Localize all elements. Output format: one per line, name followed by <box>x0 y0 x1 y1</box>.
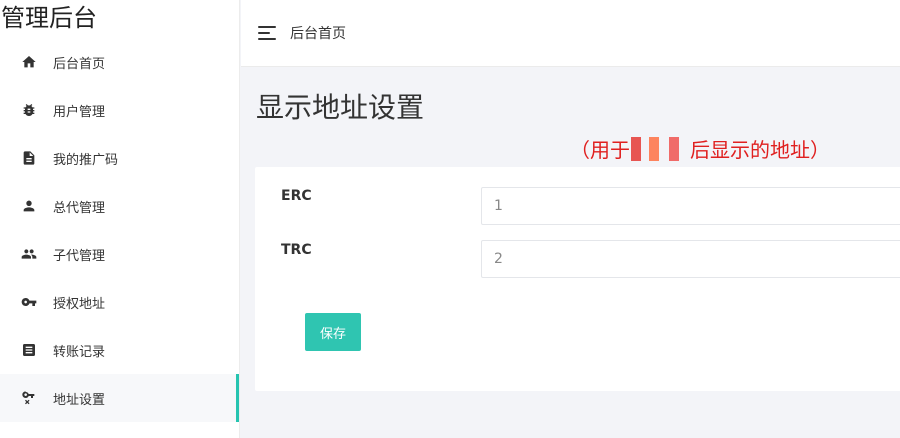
sidebar-item-label: 用户管理 <box>53 104 106 120</box>
save-button[interactable]: 保存 <box>305 313 361 351</box>
sidebar: 管理后台 后台首页 用户管理 我的推广码 总代管理 子代管理 授权地址 转账记录… <box>0 0 240 438</box>
trc-input[interactable] <box>481 240 900 278</box>
people-icon <box>21 246 37 262</box>
sidebar-item-label: 后台首页 <box>53 56 106 72</box>
sidebar-item-general-agents[interactable]: 总代管理 <box>0 182 239 230</box>
sidebar-item-promo-code[interactable]: 我的推广码 <box>0 134 239 182</box>
sidebar-item-label: 总代管理 <box>53 200 106 216</box>
topbar: 后台首页 <box>241 0 900 67</box>
breadcrumb[interactable]: 后台首页 <box>290 23 346 43</box>
document-icon <box>21 150 37 166</box>
trc-label: TRC <box>281 242 312 258</box>
sidebar-item-label: 地址设置 <box>53 392 106 408</box>
list-icon <box>21 342 37 358</box>
sidebar-item-home[interactable]: 后台首页 <box>0 38 239 86</box>
sidebar-item-users[interactable]: 用户管理 <box>0 86 239 134</box>
home-icon <box>21 54 37 70</box>
sidebar-item-label: 子代管理 <box>53 248 106 264</box>
sidebar-item-label: 授权地址 <box>53 296 106 312</box>
key-icon <box>21 294 37 310</box>
app-title: 管理后台 <box>1 4 97 32</box>
erc-input[interactable] <box>481 187 900 225</box>
redacted-text <box>631 136 689 161</box>
sidebar-item-address-settings[interactable]: 地址设置 <box>0 374 239 422</box>
annotation-prefix: （用于 <box>570 138 630 162</box>
menu-toggle-icon[interactable] <box>258 26 276 40</box>
sidebar-item-label: 转账记录 <box>53 344 106 360</box>
person-icon <box>21 198 37 214</box>
sidebar-item-authorized-addresses[interactable]: 授权地址 <box>0 278 239 326</box>
sidebar-item-transfer-records[interactable]: 转账记录 <box>0 326 239 374</box>
bug-icon <box>21 102 37 118</box>
address-form-card: ERC TRC 保存 <box>255 167 900 391</box>
key-settings-icon <box>21 390 37 406</box>
erc-label: ERC <box>281 188 312 204</box>
page-title: 显示地址设置 <box>256 91 425 124</box>
sidebar-item-sub-agents[interactable]: 子代管理 <box>0 230 239 278</box>
sidebar-item-label: 我的推广码 <box>53 152 119 168</box>
annotation-suffix: 后显示的地址） <box>690 138 830 162</box>
annotation-note: （用于 后显示的地址） <box>570 134 830 163</box>
